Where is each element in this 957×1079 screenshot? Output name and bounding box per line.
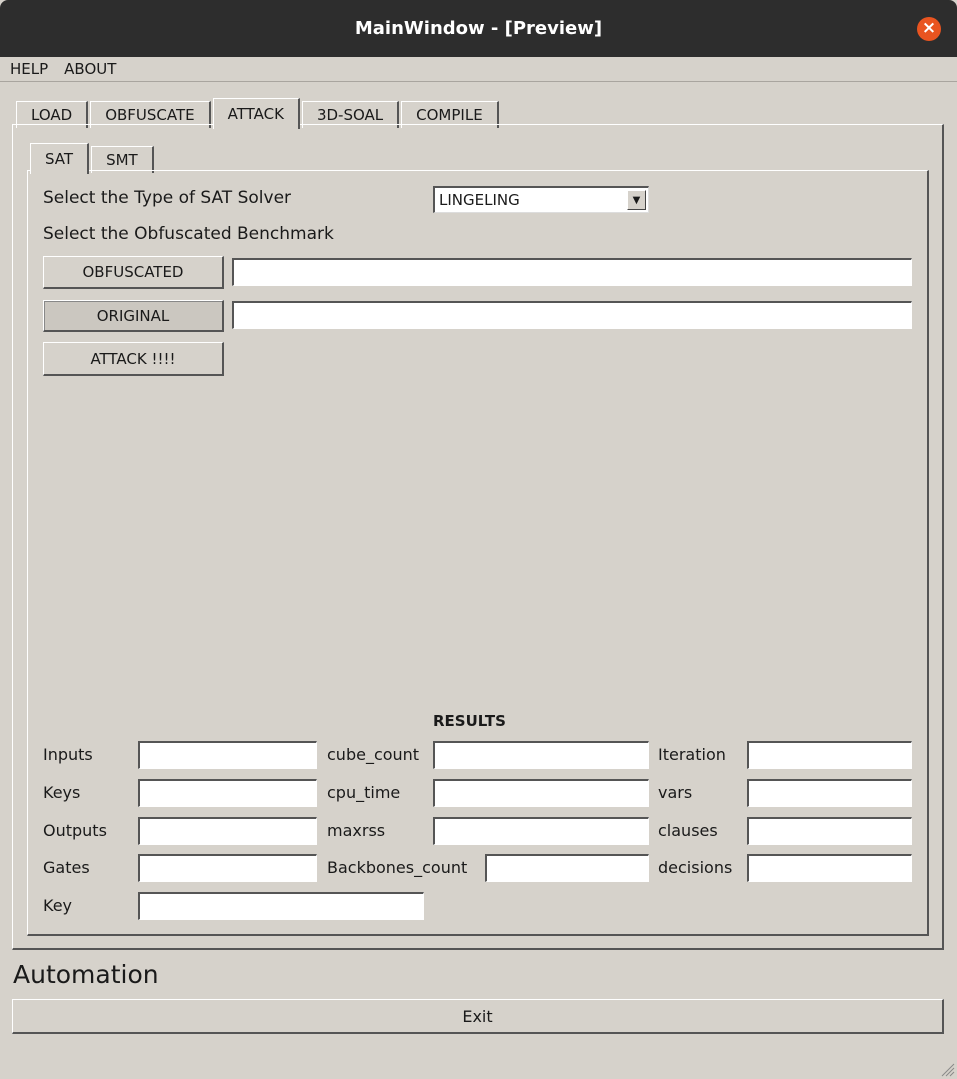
attack-button[interactable]: ATTACK !!!! (43, 342, 224, 376)
vars-label: vars (658, 783, 693, 802)
vars-field[interactable] (747, 779, 912, 807)
results-heading: RESULTS (433, 712, 506, 730)
cpu-time-field[interactable] (433, 779, 649, 807)
menu-bar: HELP ABOUT (0, 57, 957, 82)
cube-count-field[interactable] (433, 741, 649, 769)
clauses-label: clauses (658, 821, 718, 840)
exit-button[interactable]: Exit (12, 999, 944, 1034)
iteration-field[interactable] (747, 741, 912, 769)
benchmark-label: Select the Obfuscated Benchmark (43, 224, 334, 244)
automation-label: Automation (13, 960, 159, 989)
menu-help[interactable]: HELP (10, 60, 48, 78)
cube-count-label: cube_count (327, 745, 420, 764)
outputs-field[interactable] (138, 817, 317, 845)
tab-smt[interactable]: SMT (91, 146, 154, 173)
key-label: Key (43, 896, 73, 915)
inputs-label: Inputs (43, 745, 93, 764)
tab-attack[interactable]: ATTACK (212, 98, 300, 129)
maxrss-label: maxrss (327, 821, 386, 840)
menu-about[interactable]: ABOUT (64, 60, 116, 78)
window-title: MainWindow - [Preview] (354, 18, 603, 39)
tab-sat[interactable]: SAT (30, 143, 90, 174)
title-bar: MainWindow - [Preview] × (0, 0, 957, 57)
backbones-count-label: Backbones_count (327, 858, 468, 877)
cpu-time-label: cpu_time (327, 783, 401, 802)
gates-label: Gates (43, 858, 90, 877)
solver-selected-value: LINGELING (439, 191, 520, 209)
keys-label: Keys (43, 783, 81, 802)
iteration-label: Iteration (658, 745, 726, 764)
obfuscated-path-field[interactable] (232, 258, 912, 286)
outputs-label: Outputs (43, 821, 107, 840)
obfuscated-button[interactable]: OBFUSCATED (43, 256, 224, 289)
keys-field[interactable] (138, 779, 317, 807)
sub-tab-bar: SAT SMT (30, 142, 156, 174)
close-icon[interactable]: × (917, 17, 941, 41)
chevron-down-icon[interactable]: ▼ (627, 190, 646, 210)
original-button[interactable]: ORIGINAL (43, 300, 224, 332)
decisions-field[interactable] (747, 854, 912, 882)
maxrss-field[interactable] (433, 817, 649, 845)
clauses-field[interactable] (747, 817, 912, 845)
backbones-count-field[interactable] (485, 854, 649, 882)
solver-select[interactable]: LINGELING ▼ (433, 186, 649, 213)
original-path-field[interactable] (232, 301, 912, 329)
inputs-field[interactable] (138, 741, 317, 769)
resize-grip-icon[interactable] (939, 1061, 955, 1077)
gates-field[interactable] (138, 854, 317, 882)
decisions-label: decisions (658, 858, 733, 877)
key-field[interactable] (138, 892, 424, 920)
solver-type-label: Select the Type of SAT Solver (43, 188, 292, 208)
